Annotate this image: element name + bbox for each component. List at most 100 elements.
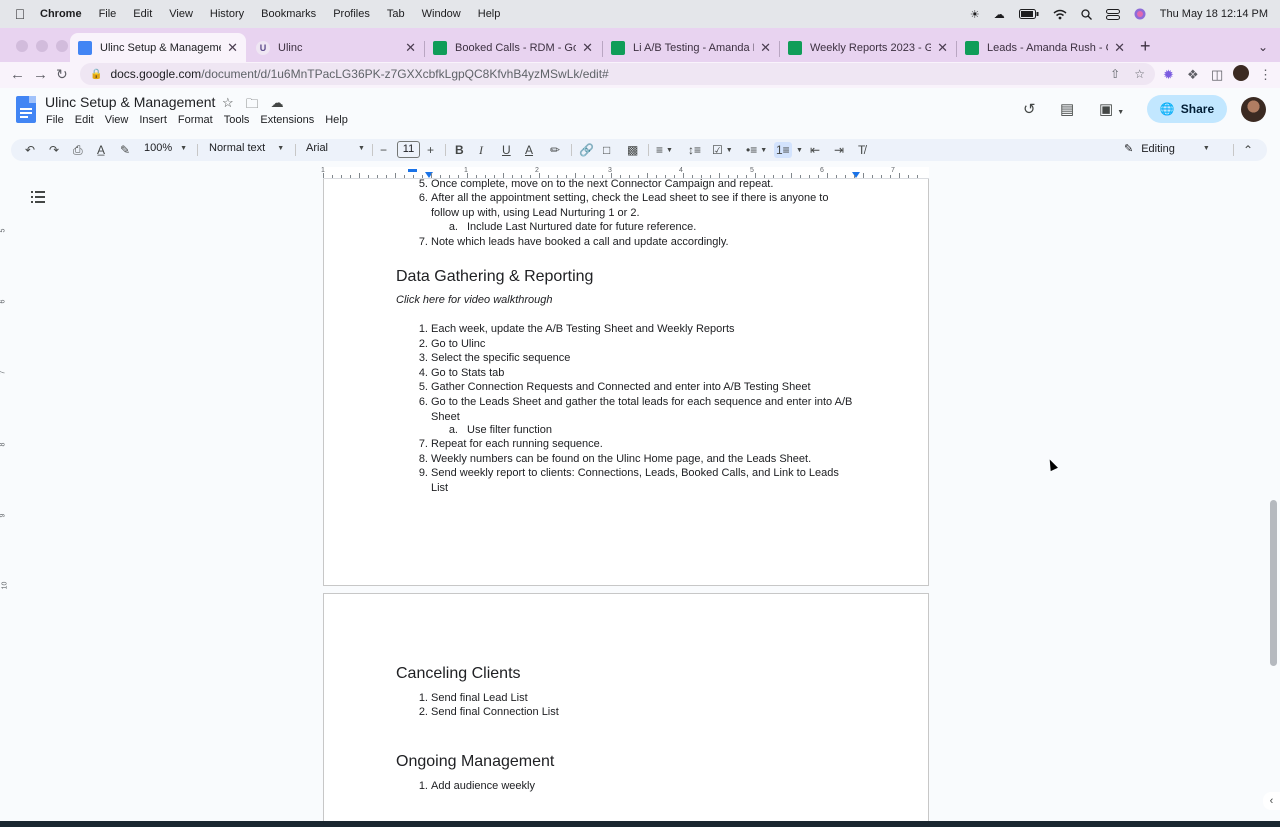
close-tab-icon[interactable]: ✕ [760,40,771,56]
battery-icon[interactable] [1018,9,1039,19]
decrease-font-size-icon[interactable]: − [380,142,387,158]
spellcheck-icon[interactable]: A̲ [97,142,105,158]
docs-menu-view[interactable]: View [105,114,129,126]
sun-icon[interactable]: ☀ [970,8,980,21]
video-walkthrough-link[interactable]: Click here for video walkthrough [396,294,553,306]
extensions-puzzle-icon[interactable]: ❖ [1187,67,1199,83]
editing-mode-select[interactable]: ✎ Editing ▼ [1124,142,1210,156]
tab-weekly-reports[interactable]: Weekly Reports 2023 - Google Sh ✕ [780,33,956,62]
clock[interactable]: Thu May 18 12:14 PM [1160,8,1268,20]
close-tab-icon[interactable]: ✕ [405,40,416,56]
collapse-menus-icon[interactable]: ⌃ [1243,142,1253,158]
cloud-icon[interactable]: ☁ [994,8,1005,21]
menu-app-name[interactable]: Chrome [40,8,82,20]
underline-icon[interactable]: U [502,142,511,158]
docs-menu-insert[interactable]: Insert [139,114,167,126]
first-line-indent-marker[interactable] [408,169,417,172]
show-side-panel-icon[interactable]: ‹ [1263,792,1280,810]
menu-file[interactable]: File [99,8,117,20]
document-page[interactable]: Canceling Clients 1. Send final Lead List… [323,593,929,827]
reload-icon[interactable]: ↻ [56,66,68,83]
docs-logo-icon[interactable] [16,96,36,123]
style-select[interactable]: Normal text ▼ [209,142,284,154]
zoom-select[interactable]: 100% ▼ [144,142,187,154]
document-title[interactable]: Ulinc Setup & Management [45,94,215,110]
version-history-icon[interactable]: ↺ [1023,100,1036,118]
close-tab-icon[interactable]: ✕ [227,40,238,56]
redo-icon[interactable]: ↷ [49,142,59,158]
docs-menu-format[interactable]: Format [178,114,213,126]
tab-ab-testing[interactable]: Li A/B Testing - Amanda Rush - G ✕ [603,33,779,62]
clear-formatting-icon[interactable]: T̸ [858,142,865,158]
close-tab-icon[interactable]: ✕ [1114,40,1125,56]
address-bar[interactable]: 🔒 docs.google.com/document/d/1u6MnTPacLG… [80,63,1155,85]
docs-menu-edit[interactable]: Edit [75,114,94,126]
insert-image-icon[interactable]: ▩ [627,142,638,158]
wifi-icon[interactable] [1053,9,1067,20]
paint-format-icon[interactable]: ✎ [120,142,130,158]
numbered-list-caret-icon[interactable]: ▼ [796,142,803,158]
docs-menu-extensions[interactable]: Extensions [260,114,314,126]
docs-menu-tools[interactable]: Tools [224,114,250,126]
decrease-indent-icon[interactable]: ⇤ [810,142,820,158]
siri-icon[interactable] [1134,8,1146,20]
bulleted-list-icon[interactable]: •≡ ▼ [746,142,767,158]
menu-bookmarks[interactable]: Bookmarks [261,8,316,20]
document-page[interactable]: 5. Once complete, move on to the next Con… [323,178,929,586]
close-tab-icon[interactable]: ✕ [937,40,948,56]
comments-icon[interactable]: ▤ [1060,100,1074,118]
menu-profiles[interactable]: Profiles [333,8,370,20]
tab-leads[interactable]: Leads - Amanda Rush - Google Sh ✕ [957,33,1133,62]
tab-ulinc-setup[interactable]: Ulinc Setup & Management - Goo ✕ [70,33,246,62]
docs-menu-file[interactable]: File [46,114,64,126]
apple-icon[interactable]:  [0,6,40,22]
tab-ulinc[interactable]: U Ulinc ✕ [248,33,424,62]
increase-font-size-icon[interactable]: + [427,142,434,158]
align-icon[interactable]: ≡ ▼ [656,142,673,158]
insert-link-icon[interactable]: 🔗 [579,142,594,158]
tab-booked-calls[interactable]: Booked Calls - RDM - Google She ✕ [425,33,601,62]
menu-history[interactable]: History [210,8,244,20]
docs-menu-help[interactable]: Help [325,114,348,126]
new-tab-icon[interactable]: + [1140,36,1151,57]
extension-gear-icon[interactable]: ✹ [1163,67,1174,83]
account-avatar[interactable] [1241,97,1266,122]
bookmark-star-icon[interactable]: ☆ [1134,67,1145,81]
menu-window[interactable]: Window [422,8,461,20]
close-window-button[interactable] [16,40,28,52]
close-tab-icon[interactable]: ✕ [582,40,593,56]
forward-icon[interactable]: → [33,66,48,83]
menu-view[interactable]: View [169,8,193,20]
add-comment-icon[interactable]: □ [603,142,610,158]
tab-search-chevron-icon[interactable]: ⌄ [1258,40,1268,54]
chrome-menu-icon[interactable]: ⋮ [1259,67,1272,83]
menu-tab[interactable]: Tab [387,8,405,20]
profile-avatar-icon[interactable] [1233,65,1249,81]
menu-help[interactable]: Help [478,8,501,20]
minimize-window-button[interactable] [36,40,48,52]
vertical-scrollbar[interactable] [1270,500,1277,666]
zoom-window-button[interactable] [56,40,68,52]
increase-indent-icon[interactable]: ⇥ [834,142,844,158]
bold-icon[interactable]: B [455,142,464,158]
font-size-input[interactable]: 11 [397,141,420,158]
numbered-list-icon[interactable]: 1≡ [774,142,792,158]
search-icon[interactable] [1081,8,1092,20]
vertical-ruler[interactable]: 5 6 7 8 9 10 [0,179,10,819]
side-panel-icon[interactable]: ◫ [1211,67,1223,83]
document-outline-icon[interactable] [31,191,45,203]
share-page-icon[interactable]: ⇧ [1110,67,1120,81]
checklist-icon[interactable]: ☑ ▼ [712,142,733,158]
back-icon[interactable]: ← [10,66,25,83]
line-spacing-icon[interactable]: ↕≡ [688,142,701,158]
highlight-icon[interactable]: ✏ [550,142,560,158]
share-button[interactable]: 🌐 Share [1147,95,1227,123]
control-center-icon[interactable] [1105,8,1120,20]
text-color-icon[interactable]: A [525,142,533,158]
meet-video-icon[interactable]: ▣ ▼ [1099,100,1124,118]
italic-icon[interactable]: I [479,142,483,158]
font-select[interactable]: Arial ▼ [306,142,365,154]
print-icon[interactable]: ⎙ [73,142,83,158]
undo-icon[interactable]: ↶ [25,142,35,158]
menu-edit[interactable]: Edit [133,8,152,20]
